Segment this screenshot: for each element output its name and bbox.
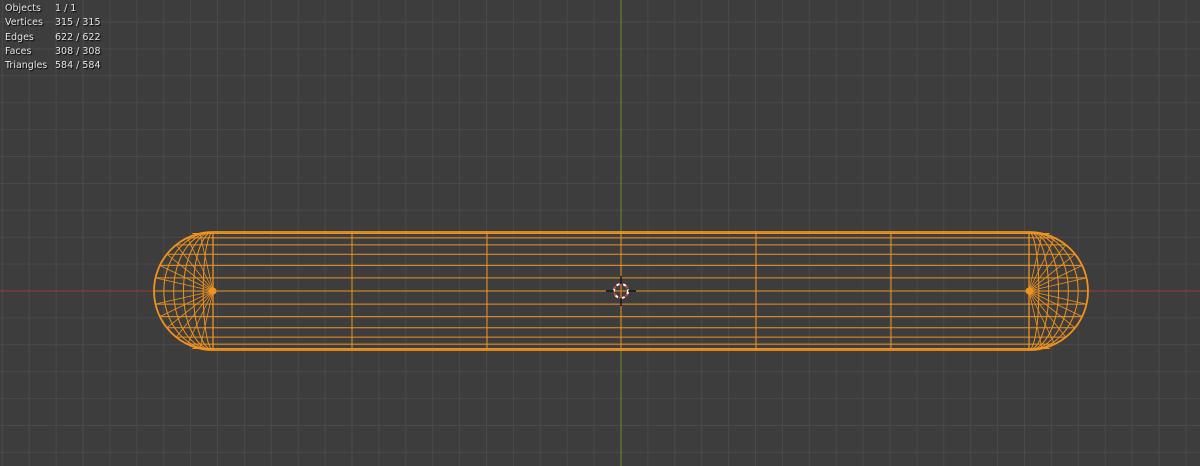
mesh-pole (1025, 287, 1033, 295)
stats-label: Vertices (5, 17, 43, 29)
stats-label: Triangles (5, 60, 48, 72)
capsule-mesh-wireframe (153, 231, 1089, 351)
stats-row-faces: Faces 308 / 308 (5, 45, 101, 59)
stats-value: 308 / 308 (55, 45, 101, 57)
stats-value: 315 / 315 (55, 17, 101, 29)
stats-label: Objects (5, 3, 41, 14)
stats-row-vertices: Vertices 315 / 315 (5, 16, 101, 30)
stats-value: 622 / 622 (55, 31, 101, 43)
stats-row-objects: Objects 1 / 1 (5, 2, 101, 16)
mesh-pole (209, 287, 217, 295)
stats-row-triangles: Triangles 584 / 584 (5, 59, 101, 73)
stats-label: Faces (5, 45, 32, 57)
stats-row-edges: Edges 622 / 622 (5, 31, 101, 45)
3d-viewport[interactable]: Objects 1 / 1 Vertices 315 / 315 Edges 6… (0, 0, 1200, 466)
stats-label: Edges (5, 31, 34, 43)
stats-value: 584 / 584 (55, 60, 101, 72)
stats-value: 1 / 1 (55, 3, 77, 14)
scene-statistics-overlay: Objects 1 / 1 Vertices 315 / 315 Edges 6… (5, 2, 101, 73)
viewport-canvas[interactable] (0, 0, 1200, 466)
